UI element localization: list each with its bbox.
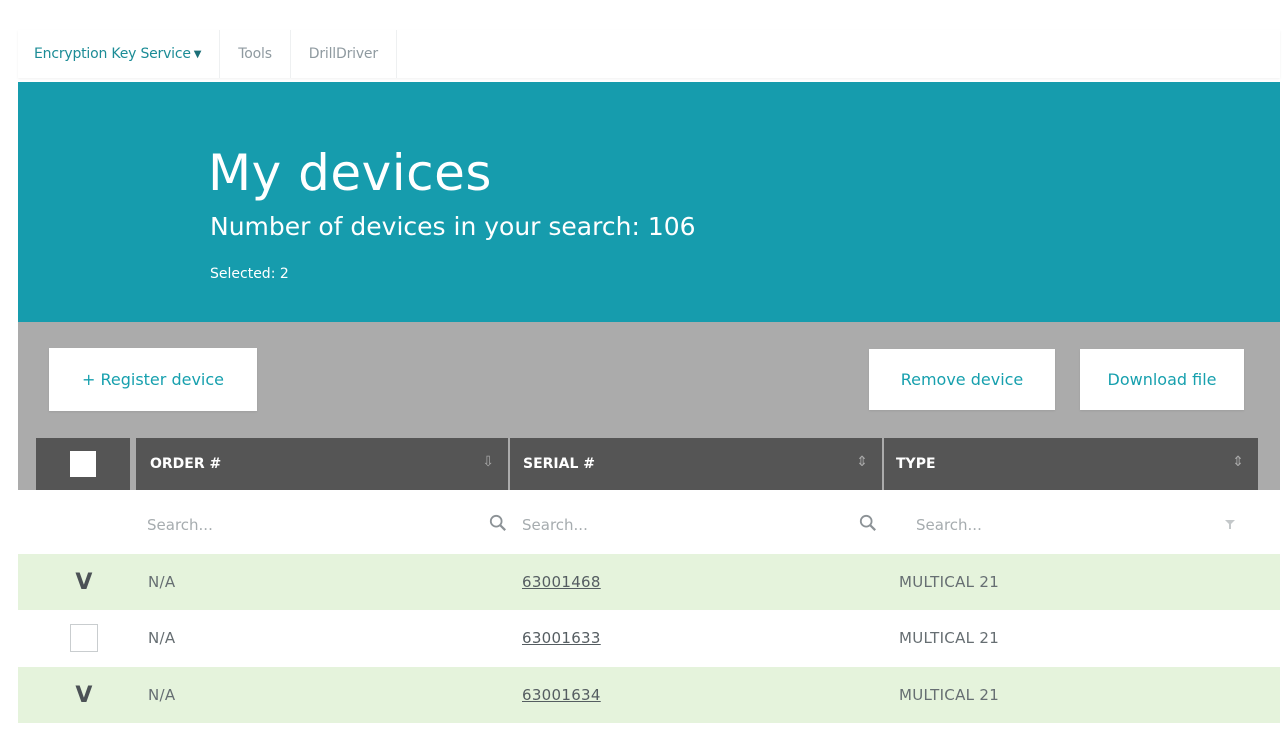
table-row[interactable]: N/A 63001633 MULTICAL 21 xyxy=(18,610,1280,666)
row-checkbox[interactable] xyxy=(68,610,100,666)
table-row[interactable]: V N/A 63001468 MULTICAL 21 xyxy=(18,554,1280,610)
nav-item-encryption-key-service[interactable]: Encryption Key Service ▼ xyxy=(18,30,221,78)
download-file-button[interactable]: Download file xyxy=(1080,349,1244,410)
app-window: Encryption Key Service ▼ Tools DrillDriv… xyxy=(0,0,1282,735)
unchecked-box[interactable] xyxy=(70,624,98,652)
column-header-label: ORDER # xyxy=(150,456,222,472)
table-row[interactable]: V N/A 63001634 MULTICAL 21 xyxy=(18,667,1280,723)
register-device-button[interactable]: + Register device xyxy=(49,348,257,411)
type-search-field[interactable]: Search... xyxy=(916,496,1246,554)
order-search-field[interactable]: Search... xyxy=(147,496,507,554)
action-toolbar: + Register device Remove device Download… xyxy=(18,322,1280,438)
nav-item-tools[interactable]: Tools xyxy=(220,30,291,78)
nav-item-label: DrillDriver xyxy=(308,46,378,62)
serial-link[interactable]: 63001633 xyxy=(522,610,601,666)
serial-link[interactable]: 63001468 xyxy=(522,554,601,610)
top-navigation: Encryption Key Service ▼ Tools DrillDriv… xyxy=(18,30,1280,78)
nav-item-drilldriver[interactable]: DrillDriver xyxy=(291,30,397,78)
table-header: ORDER # ⇩ SERIAL # ⇕ TYPE ⇕ xyxy=(18,438,1280,490)
order-cell: N/A xyxy=(148,573,176,591)
row-checkbox[interactable]: V xyxy=(68,554,100,610)
order-cell: N/A xyxy=(148,629,176,647)
column-header-order[interactable]: ORDER # ⇩ xyxy=(136,438,508,490)
nav-item-label: Tools xyxy=(238,46,272,62)
page-header-banner: My devices Number of devices in your sea… xyxy=(18,82,1280,322)
column-header-type[interactable]: TYPE ⇕ xyxy=(884,438,1258,490)
device-count: Number of devices in your search: 106 xyxy=(210,212,696,241)
caret-down-icon: ▼ xyxy=(193,48,202,60)
checkmark-icon: V xyxy=(75,682,93,708)
type-cell: MULTICAL 21 xyxy=(899,573,1000,591)
order-search-input[interactable]: Search... xyxy=(147,516,213,534)
column-header-label: SERIAL # xyxy=(523,456,595,472)
select-all-checkbox[interactable] xyxy=(70,451,96,477)
page-title: My devices xyxy=(208,144,492,202)
search-icon[interactable] xyxy=(489,514,507,532)
remove-device-button[interactable]: Remove device xyxy=(869,349,1055,410)
column-header-serial[interactable]: SERIAL # ⇕ xyxy=(510,438,882,490)
type-cell: MULTICAL 21 xyxy=(899,686,1000,704)
selected-count: Selected: 2 xyxy=(210,266,289,282)
type-cell: MULTICAL 21 xyxy=(899,629,1000,647)
nav-item-label: Encryption Key Service xyxy=(34,46,191,62)
search-icon[interactable] xyxy=(859,514,877,532)
serial-search-input[interactable]: Search... xyxy=(522,516,588,534)
sort-both-icon[interactable]: ⇕ xyxy=(1232,454,1244,470)
filter-icon[interactable] xyxy=(1224,518,1236,530)
table-search-row: Search... Search... Search... xyxy=(18,496,1280,554)
serial-link[interactable]: 63001634 xyxy=(522,667,601,723)
header-select-all-cell xyxy=(36,438,130,490)
order-cell: N/A xyxy=(148,686,176,704)
type-search-input[interactable]: Search... xyxy=(916,516,982,534)
column-header-label: TYPE xyxy=(896,456,936,472)
sort-icon[interactable]: ⇕ xyxy=(856,454,868,470)
sort-icon[interactable]: ⇩ xyxy=(482,454,494,470)
serial-search-field[interactable]: Search... xyxy=(522,496,877,554)
row-checkbox[interactable]: V xyxy=(68,667,100,723)
checkmark-icon: V xyxy=(75,569,93,595)
